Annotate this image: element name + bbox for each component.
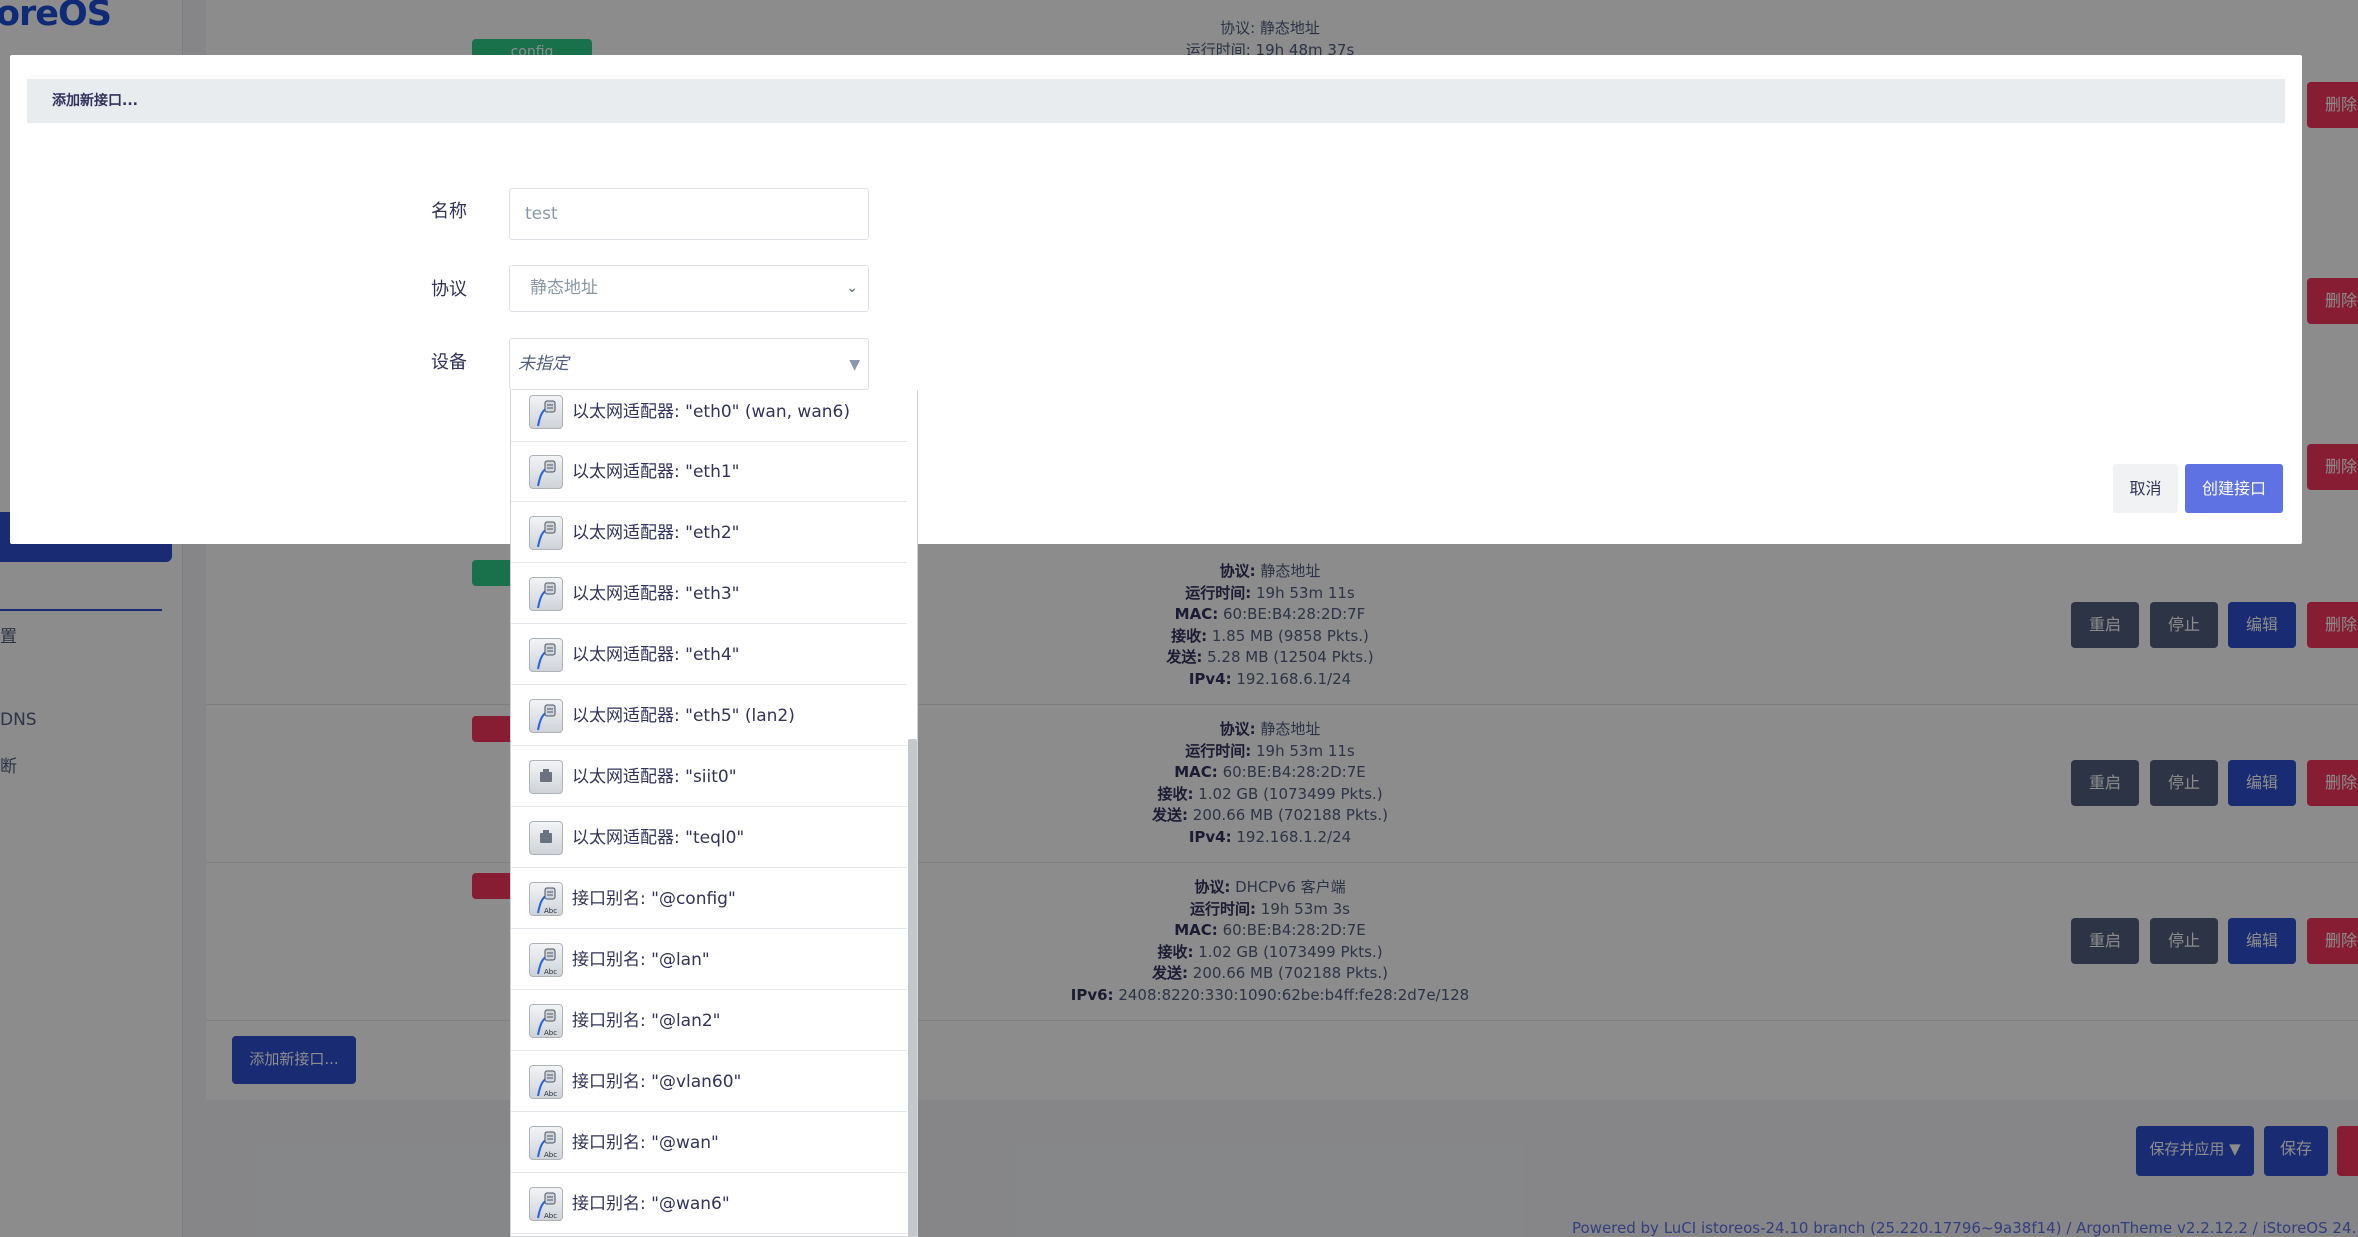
ethernet-port-icon — [529, 455, 563, 489]
dropdown-option[interactable]: Abc 接口别名: "@config" — [511, 869, 907, 929]
dropdown-option-label: 接口别名: "@wan" — [572, 1133, 719, 1153]
modal-title: 添加新接口... — [27, 79, 2285, 123]
dropdown-option-label: 以太网适配器: "eth3" — [572, 584, 740, 604]
svg-text:Abc: Abc — [544, 907, 557, 915]
alias-icon: Abc — [529, 1187, 563, 1221]
name-input[interactable]: test — [509, 188, 869, 240]
device-value: 未指定 — [518, 354, 569, 374]
svg-text:Abc: Abc — [544, 1212, 557, 1220]
dropdown-option-label: 接口别名: "@lan" — [572, 950, 710, 970]
protocol-select[interactable]: 静态地址 ⌄ — [509, 265, 869, 312]
dropdown-arrow-icon: ▼ — [849, 357, 860, 373]
svg-text:Abc: Abc — [544, 968, 557, 976]
alias-icon: Abc — [529, 1065, 563, 1099]
dropdown-option[interactable]: Abc 接口别名: "@lan" — [511, 930, 907, 990]
svg-text:Abc: Abc — [544, 1090, 557, 1098]
dropdown-option-label: 以太网适配器: "eth2" — [572, 523, 740, 543]
virtual-device-icon — [529, 821, 563, 855]
ethernet-port-icon — [529, 516, 563, 550]
dropdown-option[interactable]: Abc 接口别名: "@wan6" — [511, 1174, 907, 1234]
dropdown-option-label: 接口别名: "@wan6" — [572, 1194, 730, 1214]
dropdown-option-label: 接口别名: "@vlan60" — [572, 1072, 742, 1092]
protocol-value: 静态地址 — [530, 278, 598, 298]
dropdown-option[interactable]: 以太网适配器: "eth5" (lan2) — [511, 686, 907, 746]
alias-icon: Abc — [529, 943, 563, 977]
dropdown-option-label: 以太网适配器: "eth0" (wan, wan6) — [572, 402, 850, 422]
dropdown-option[interactable]: Abc 接口别名: "@vlan60" — [511, 1052, 907, 1112]
device-dropdown-list: 以太网适配器: "eth0" (wan, wan6) 以太网适配器: "eth1"… — [510, 390, 918, 1237]
alias-icon: Abc — [529, 1004, 563, 1038]
dropdown-option[interactable]: 以太网适配器: "eth1" — [511, 442, 907, 502]
dropdown-option-label: 以太网适配器: "eth4" — [572, 645, 740, 665]
virtual-device-icon — [529, 760, 563, 794]
dropdown-option-label: 以太网适配器: "eth1" — [572, 462, 740, 482]
ethernet-port-icon — [529, 577, 563, 611]
create-interface-button[interactable]: 创建接口 — [2185, 464, 2283, 513]
add-interface-modal: 添加新接口... 名称 test 协议 静态地址 ⌄ 设备 未指定 ▼ 取消 创… — [10, 55, 2302, 544]
dropdown-option[interactable]: 以太网适配器: "siit0" — [511, 747, 907, 807]
name-label: 名称 — [431, 201, 467, 222]
device-label: 设备 — [431, 352, 467, 373]
dropdown-option-label: 接口别名: "@lan2" — [572, 1011, 721, 1031]
chevron-down-icon: ⌄ — [846, 280, 858, 296]
alias-icon: Abc — [529, 1126, 563, 1160]
svg-text:Abc: Abc — [544, 1151, 557, 1159]
dropdown-option-label: 以太网适配器: "eth5" (lan2) — [572, 706, 795, 726]
alias-icon: Abc — [529, 882, 563, 916]
dropdown-option-label: 以太网适配器: "teql0" — [572, 828, 745, 848]
ethernet-port-icon — [529, 638, 563, 672]
dropdown-option[interactable]: 以太网适配器: "eth2" — [511, 503, 907, 563]
dropdown-option[interactable]: Abc 接口别名: "@wan" — [511, 1113, 907, 1173]
dropdown-option[interactable]: Abc 接口别名: "@lan2" — [511, 991, 907, 1051]
dropdown-option-label: 以太网适配器: "siit0" — [572, 767, 737, 787]
ethernet-port-icon — [529, 395, 563, 429]
dropdown-option[interactable]: 以太网适配器: "teql0" — [511, 808, 907, 868]
protocol-label: 协议 — [431, 279, 467, 300]
svg-text:Abc: Abc — [544, 1029, 557, 1037]
name-input-placeholder: test — [525, 204, 558, 224]
dropdown-option-label: 接口别名: "@config" — [572, 889, 736, 909]
dropdown-option[interactable]: 以太网适配器: "eth3" — [511, 564, 907, 624]
cancel-button[interactable]: 取消 — [2113, 464, 2178, 513]
ethernet-port-icon — [529, 699, 563, 733]
dropdown-scrollbar[interactable] — [908, 739, 917, 1236]
dropdown-option[interactable]: 以太网适配器: "eth4" — [511, 625, 907, 685]
dropdown-option[interactable]: 以太网适配器: "eth0" (wan, wan6) — [511, 390, 907, 442]
device-select[interactable]: 未指定 ▼ — [509, 338, 869, 390]
